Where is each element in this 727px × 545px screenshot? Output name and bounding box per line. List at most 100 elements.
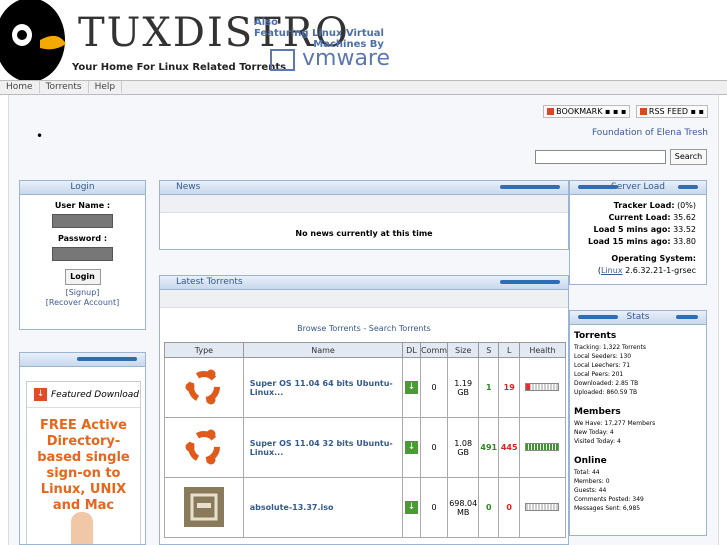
- site-tagline: Your Home For Linux Related Torrents: [72, 62, 287, 73]
- username-field[interactable]: [52, 214, 113, 228]
- seeders-count: 491: [478, 417, 500, 478]
- stats-total: Total: 44: [574, 469, 600, 476]
- col-name[interactable]: Name: [242, 342, 404, 358]
- leechers-count: 19: [498, 357, 520, 418]
- stats-members: Members: 0: [574, 478, 610, 485]
- type-cell[interactable]: [164, 417, 244, 478]
- server-load-header: Server Load: [570, 181, 706, 195]
- dl-cell: ↓: [402, 477, 421, 538]
- news-panel: News No news currently at this time: [159, 180, 569, 250]
- stats-visited-today: Visited Today: 4: [574, 438, 621, 445]
- site-header: TUXDISTRO Your Home For Linux Related To…: [0, 0, 727, 80]
- vmware-icon: [270, 49, 295, 71]
- download-icon[interactable]: ↓: [404, 441, 418, 454]
- header-wave-decor: [77, 357, 137, 361]
- col-health[interactable]: Health: [518, 342, 567, 358]
- health-cell: [518, 477, 567, 538]
- stats-header: Stats: [570, 311, 706, 325]
- os-value: (Linux 2.6.32.21-1-grsec: [597, 266, 696, 275]
- header-wave-decor: [676, 315, 698, 319]
- stats-seeders: Local Seeders: 130: [574, 353, 632, 360]
- size-value: 1.19 GB: [447, 357, 480, 418]
- seeders-count: 0: [478, 477, 500, 538]
- search-input[interactable]: [535, 150, 666, 164]
- ubuntu-icon: [185, 429, 220, 464]
- login-panel-header: Login: [20, 181, 145, 195]
- download-arrow-icon: ↓: [34, 388, 47, 401]
- col-type[interactable]: Type: [164, 342, 244, 358]
- stats-tracking: Tracking: 1,322 Torrents: [574, 344, 646, 351]
- size-value: 1.08 GB: [447, 417, 480, 478]
- nav-home[interactable]: Home: [0, 81, 40, 93]
- news-empty-message: No news currently at this time: [295, 229, 433, 238]
- ad-headline[interactable]: FREE Active Directory-based single sign-…: [27, 418, 140, 514]
- os-link[interactable]: Linux: [601, 266, 623, 275]
- recover-account-link[interactable]: [Recover Account]: [20, 298, 145, 307]
- username-label: User Name :: [54, 201, 111, 210]
- torrent-name-link[interactable]: absolute-13.37.iso: [242, 477, 404, 538]
- torrent-name-link[interactable]: Super OS 11.04 64 bits Ubuntu-Linux...: [242, 357, 404, 418]
- table-row: Super OS 11.04 64 bits Ubuntu-Linux... ↓…: [164, 357, 567, 418]
- health-bar: [525, 502, 560, 511]
- col-leechers[interactable]: L: [498, 342, 520, 358]
- ad-featured-row: ↓ Featured Download: [27, 382, 140, 408]
- password-field[interactable]: [52, 247, 113, 261]
- type-cell[interactable]: [164, 477, 244, 538]
- load-5-mins: Load 5 mins ago: 33.52: [593, 225, 696, 234]
- vmware-brand[interactable]: vmware: [302, 46, 390, 71]
- foundation-link[interactable]: Foundation of Elena Tresh: [592, 128, 708, 138]
- news-toolbar: [160, 195, 568, 213]
- nav-torrents[interactable]: Torrents: [40, 81, 89, 93]
- health-cell: [518, 417, 567, 478]
- torrents-table: Type Name DL Comm Size S L Health Super …: [164, 342, 567, 538]
- table-header-row: Type Name DL Comm Size S L Health: [164, 342, 567, 358]
- health-cell: [518, 357, 567, 418]
- download-icon[interactable]: ↓: [404, 501, 418, 514]
- download-icon[interactable]: ↓: [404, 381, 418, 394]
- tux-penguin-logo: [0, 0, 66, 80]
- header-wave-decor: [500, 280, 560, 284]
- latest-torrents-panel: Latest Torrents Browse Torrents - Search…: [159, 275, 569, 545]
- rss-feed-button[interactable]: RSS FEED ▪ ▪: [635, 105, 708, 118]
- stats-new-today: New Today: 4: [574, 429, 614, 436]
- load-15-mins: Load 15 mins ago: 33.80: [587, 237, 696, 246]
- header-wave-decor: [578, 185, 618, 189]
- col-seeders[interactable]: S: [478, 342, 500, 358]
- main-content: BOOKMARK ▪ ▪ ▪ RSS FEED ▪ ▪ • Foundation…: [8, 95, 719, 545]
- torrents-toolbar: [160, 290, 568, 308]
- col-dl[interactable]: DL: [402, 342, 421, 358]
- search-button[interactable]: Search: [670, 149, 707, 165]
- login-button[interactable]: Login: [64, 269, 101, 285]
- torrent-name-link[interactable]: Super OS 11.04 32 bits Ubuntu-Linux...: [242, 417, 404, 478]
- stats-uploaded: Uploaded: 860.59 TB: [574, 389, 638, 396]
- stats-we-have: We Have: 17,277 Members: [574, 420, 656, 427]
- password-label: Password :: [57, 234, 108, 243]
- torrents-panel-header: Latest Torrents: [160, 276, 568, 290]
- table-row: Super OS 11.04 32 bits Ubuntu-Linux... ↓…: [164, 417, 567, 478]
- current-load: Current Load: 35.62: [608, 213, 696, 222]
- rss-icon: [639, 108, 647, 115]
- nav-help[interactable]: Help: [89, 81, 123, 93]
- top-nav: Home Torrents Help: [0, 80, 727, 95]
- header-wave-decor: [678, 185, 698, 189]
- type-cell[interactable]: [164, 357, 244, 418]
- ad-banner[interactable]: ↓ Featured Download FREE Active Directory…: [26, 381, 141, 544]
- tracker-load: Tracker Load: (0%): [613, 201, 696, 210]
- browse-search-links[interactable]: Browse Torrents - Search Torrents: [160, 324, 568, 333]
- col-size[interactable]: Size: [447, 342, 480, 358]
- ad-panel-header: [20, 353, 145, 367]
- signup-link[interactable]: [Signup]: [20, 288, 145, 297]
- bookmark-button[interactable]: BOOKMARK ▪ ▪ ▪: [543, 105, 631, 118]
- stats-members-heading: Members: [574, 407, 621, 417]
- ad-person-image: [71, 512, 93, 544]
- comments-count: 0: [419, 477, 449, 538]
- stats-guests: Guests: 44: [574, 487, 607, 494]
- stats-downloaded: Downloaded: 2.85 TB: [574, 380, 639, 387]
- bookmark-icon: [547, 108, 555, 115]
- header-wave-decor: [578, 315, 618, 319]
- col-comm[interactable]: Comm: [419, 342, 449, 358]
- dl-cell: ↓: [402, 357, 421, 418]
- login-panel: Login User Name : Password : Login [Sign…: [19, 180, 146, 330]
- comments-count: 0: [419, 357, 449, 418]
- stats-online-heading: Online: [574, 456, 607, 466]
